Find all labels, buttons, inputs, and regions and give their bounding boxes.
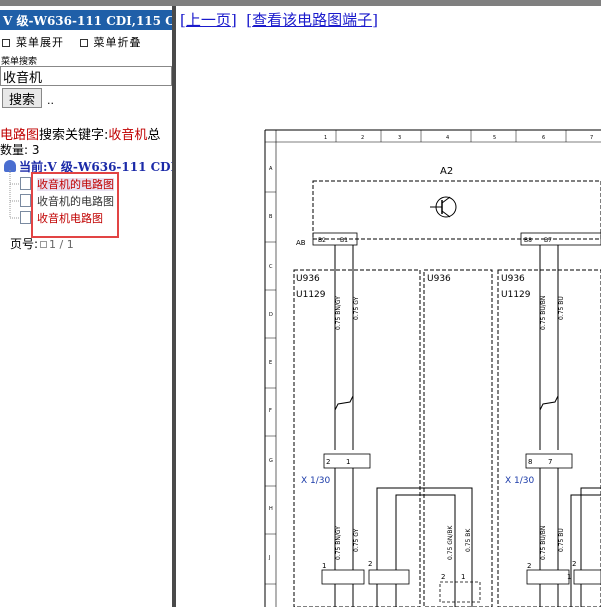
module-label: U936: [427, 274, 451, 284]
row-letter: C: [269, 264, 273, 270]
column-number: 4: [446, 135, 449, 141]
expand-checkbox[interactable]: [2, 39, 10, 47]
connector-x130-label: X 1/30: [505, 476, 535, 486]
summary-suffix: 总: [147, 128, 161, 143]
connector-pin-label: B8: [524, 237, 532, 244]
connector-pin: 7: [548, 458, 552, 466]
module-label: U1129: [296, 290, 326, 300]
collapse-checkbox[interactable]: [79, 39, 88, 47]
bottom-pin: 1: [461, 573, 465, 581]
module-middle-box: [423, 269, 493, 607]
row-letter: E: [269, 360, 272, 366]
bottom-pin: 2: [441, 573, 445, 581]
wire-label: 0.75 BN/GY: [335, 296, 342, 330]
pager-value: 1 / 1: [49, 238, 74, 251]
wire-label: 0.75 BU: [558, 296, 565, 320]
column-number: 1: [324, 135, 327, 141]
summary-middle: 搜索关键字:: [39, 128, 109, 143]
row-letter: A: [269, 166, 273, 172]
row-letters: A B C D E F G H J: [268, 166, 273, 561]
pager: 页号: 1 / 1: [10, 235, 74, 252]
prev-page-link[interactable]: 上一页: [186, 11, 231, 29]
bottom-pin: 2: [572, 560, 576, 568]
wire-label: 0.75 BU: [558, 528, 565, 552]
bottom-pin: 2: [527, 562, 531, 570]
wiring-diagram: 1 2 3 4 5 6 7 A B C D E F G H J A2 AB B2…: [264, 129, 601, 607]
row-letter: H: [269, 506, 273, 512]
wire-label: 0.75 BN/GY: [335, 526, 342, 560]
wire-label: 0.75 GY: [353, 528, 360, 552]
component-a2-label: A2: [440, 166, 453, 177]
connector-x130-label: X 1/30: [301, 476, 331, 486]
column-number: 6: [542, 135, 545, 141]
row-letter: G: [269, 458, 273, 464]
wire-label: 0.75 BU/BN: [540, 526, 547, 560]
connector-pin: 2: [326, 458, 330, 466]
column-number: 2: [361, 135, 364, 141]
bottom-pin: 1: [322, 562, 326, 570]
page-checkbox[interactable]: [40, 241, 48, 248]
connector-pin-label: B7: [544, 237, 552, 244]
component-a2-box: [312, 180, 601, 240]
sidebar-title: V 级-W636-111 CDI,115 CDI,: [0, 10, 172, 30]
left-sidebar: V 级-W636-111 CDI,115 CDI, 菜单展开 菜单折叠 菜单搜索…: [0, 6, 172, 607]
diagram-frame: [264, 129, 601, 607]
wires-middle: [376, 487, 601, 607]
bottom-pin: 1: [567, 573, 571, 581]
row-letter: B: [269, 214, 273, 220]
summary-keyword: 收音机: [108, 128, 148, 143]
menu-toggles: 菜单展开 菜单折叠: [2, 34, 154, 50]
document-icon: [20, 211, 31, 224]
search-button[interactable]: 搜索: [2, 88, 43, 108]
connector-pin-label: B1: [340, 237, 348, 244]
result-count: 数量: 3: [0, 143, 40, 157]
row-letter: F: [269, 408, 272, 414]
ab-label: AB: [296, 239, 306, 247]
wire-label: 0.75 BU/BN: [540, 296, 547, 330]
bottom-pin: 2: [368, 560, 372, 568]
connector-pin-label: B2: [318, 237, 326, 244]
column-numbers: 1 2 3 4 5 6 7: [324, 135, 593, 141]
top-links: [上一页] [查看该电路图端子]: [180, 11, 379, 29]
highlight-box: [31, 172, 119, 238]
column-number: 3: [398, 135, 401, 141]
row-letter: D: [269, 312, 273, 318]
wire-label: 0.75 GY: [353, 296, 360, 320]
row-letter: J: [268, 555, 270, 561]
wire-label: 0.75 BK: [465, 528, 472, 552]
module-label: U1129: [501, 290, 531, 300]
menu-expand-link[interactable]: 菜单展开: [16, 36, 64, 49]
column-number: 5: [493, 135, 496, 141]
search-input[interactable]: [0, 66, 172, 86]
document-icon: [20, 194, 31, 207]
module-right-box: [497, 269, 601, 607]
view-terminals-link[interactable]: 查看该电路图端子: [252, 11, 372, 29]
pager-label: 页号:: [10, 237, 39, 251]
module-label: U936: [296, 274, 320, 284]
connector-pin: 8: [528, 458, 532, 466]
document-icon: [20, 177, 31, 190]
module-label: U936: [501, 274, 525, 284]
column-number: 7: [590, 135, 593, 141]
search-ellipsis: ..: [47, 94, 54, 107]
connector-pin: 1: [346, 458, 350, 466]
wire-label: 0.75 GN/BK: [447, 524, 454, 560]
menu-collapse-link[interactable]: 菜单折叠: [94, 36, 142, 49]
